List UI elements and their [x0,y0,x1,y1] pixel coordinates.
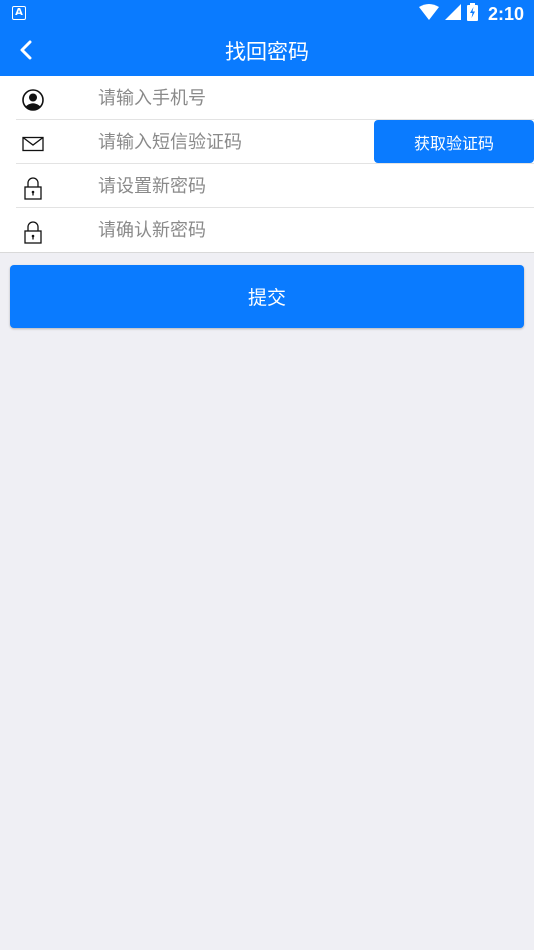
back-button[interactable] [8,34,44,70]
envelope-icon [21,132,45,156]
a-letter-icon: A [12,6,26,20]
new-password-row [16,164,534,208]
confirm-password-input[interactable] [98,214,358,246]
get-code-button[interactable]: 获取验证码 [374,120,534,163]
submit-button[interactable]: 提交 [10,265,524,328]
reset-password-form: 获取验证码 [0,76,534,253]
signal-icon [444,4,461,24]
lock-icon [21,220,45,244]
person-icon [21,88,45,112]
chevron-left-icon [19,40,33,64]
sms-code-input[interactable] [98,126,348,158]
status-bar: A 2:10 [0,0,534,28]
page-title: 找回密码 [225,40,309,64]
phone-input[interactable] [98,82,358,114]
battery-charging-icon [466,3,478,25]
app-bar: 找回密码 [0,28,534,76]
new-password-input[interactable] [98,170,358,202]
wifi-icon [418,4,439,24]
lock-icon [21,176,45,200]
phone-row [16,76,534,120]
confirm-password-row [16,208,534,252]
status-indicators: 2:10 [418,3,524,25]
status-time: 2:10 [487,3,524,24]
